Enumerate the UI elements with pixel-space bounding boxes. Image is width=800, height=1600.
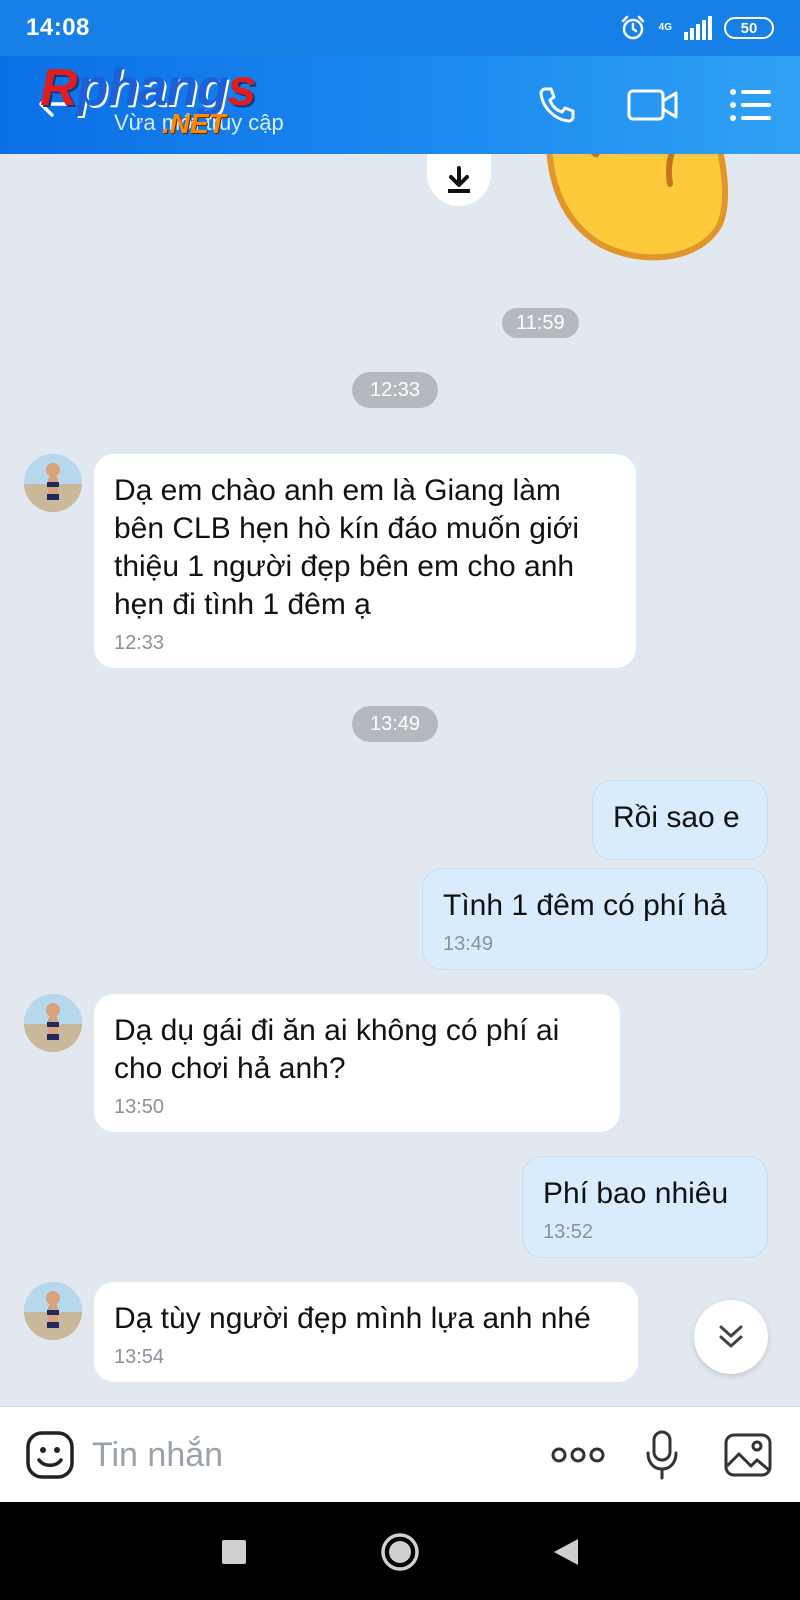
alarm-icon [621,15,644,40]
message-bubble-outgoing[interactable]: Phí bao nhiêu 13:52 [522,1156,768,1258]
message-text: Dạ dụ gái đi ăn ai không có phí ai cho c… [114,1014,560,1085]
avatar-photo [24,454,82,512]
message-bubble-incoming[interactable]: Dạ dụ gái đi ăn ai không có phí ai cho c… [94,994,620,1132]
avatar[interactable] [24,1282,82,1340]
home-circle-icon [381,1533,419,1571]
video-call-button[interactable] [626,78,680,132]
recents-button[interactable] [210,1528,258,1576]
message-bubble-incoming[interactable]: Dạ em chào anh em là Giang làm bên CLB h… [94,454,636,668]
hand-emoji-sticker[interactable] [540,154,730,274]
square-icon [222,1540,246,1564]
message-input-bar [0,1406,800,1502]
message-time: 13:52 [543,1221,594,1243]
emoji-button[interactable] [22,1427,78,1483]
download-button[interactable] [427,154,491,206]
message-text: Dạ em chào anh em là Giang làm bên CLB h… [114,474,579,621]
message-time: 12:33 [114,632,165,654]
list-menu-icon [730,89,771,121]
message-time: 13:50 [114,1096,165,1118]
back-nav-button[interactable] [542,1528,590,1576]
message-text: Tình 1 đêm có phí hả [443,889,727,922]
home-button[interactable] [376,1528,424,1576]
smiley-icon [26,1431,74,1479]
chat-area[interactable]: 11:59 12:33 Dạ em chào anh em là Giang l… [0,154,800,1406]
message-bubble-incoming[interactable]: Dạ tùy người đẹp mình lựa anh nhé 13:54 [94,1282,638,1382]
status-icons: 4G 50 [619,14,774,42]
watermark-logo-net: .NET [162,108,226,139]
menu-button[interactable] [724,78,778,132]
message-text: Dạ tùy người đẹp mình lựa anh nhé [114,1302,591,1335]
photo-button[interactable] [720,1427,776,1483]
avatar-photo [24,1282,82,1340]
avatar[interactable] [24,454,82,512]
time-separator: 11:59 [502,308,579,338]
scroll-to-bottom-button[interactable] [694,1300,768,1374]
time-separator: 13:49 [352,706,439,742]
status-bar: 14:08 4G 50 [0,0,800,56]
message-input[interactable] [92,1429,512,1481]
avatar[interactable] [24,994,82,1052]
more-options-button[interactable] [548,1427,608,1483]
message-text: Rồi sao e [613,801,740,834]
message-text: Phí bao nhiêu [543,1177,729,1210]
video-camera-icon [627,89,678,121]
system-nav-bar [0,1502,800,1600]
message-time: 13:49 [443,933,494,955]
phone-icon [539,87,575,123]
voice-record-button[interactable] [634,1427,690,1483]
double-chevron-down-icon [719,1325,743,1348]
battery-level: 50 [740,19,758,37]
signal-icon [684,16,712,40]
network-type: 4G [658,22,672,33]
more-dots-icon [551,1447,605,1463]
chat-header: Vừa mới truy cập Rphangs .NET [0,56,800,154]
message-bubble-outgoing[interactable]: Tình 1 đêm có phí hả 13:49 [422,868,768,970]
time-separator: 12:33 [352,372,439,408]
message-time: 13:54 [114,1346,165,1368]
download-icon [448,166,470,193]
back-triangle-icon [554,1539,578,1565]
battery-indicator: 50 [724,17,774,39]
status-time: 14:08 [26,14,90,41]
message-bubble-outgoing[interactable]: Rồi sao e [592,780,768,860]
image-icon [724,1433,772,1477]
avatar-photo [24,994,82,1052]
microphone-icon [646,1430,678,1480]
voice-call-button[interactable] [530,78,584,132]
